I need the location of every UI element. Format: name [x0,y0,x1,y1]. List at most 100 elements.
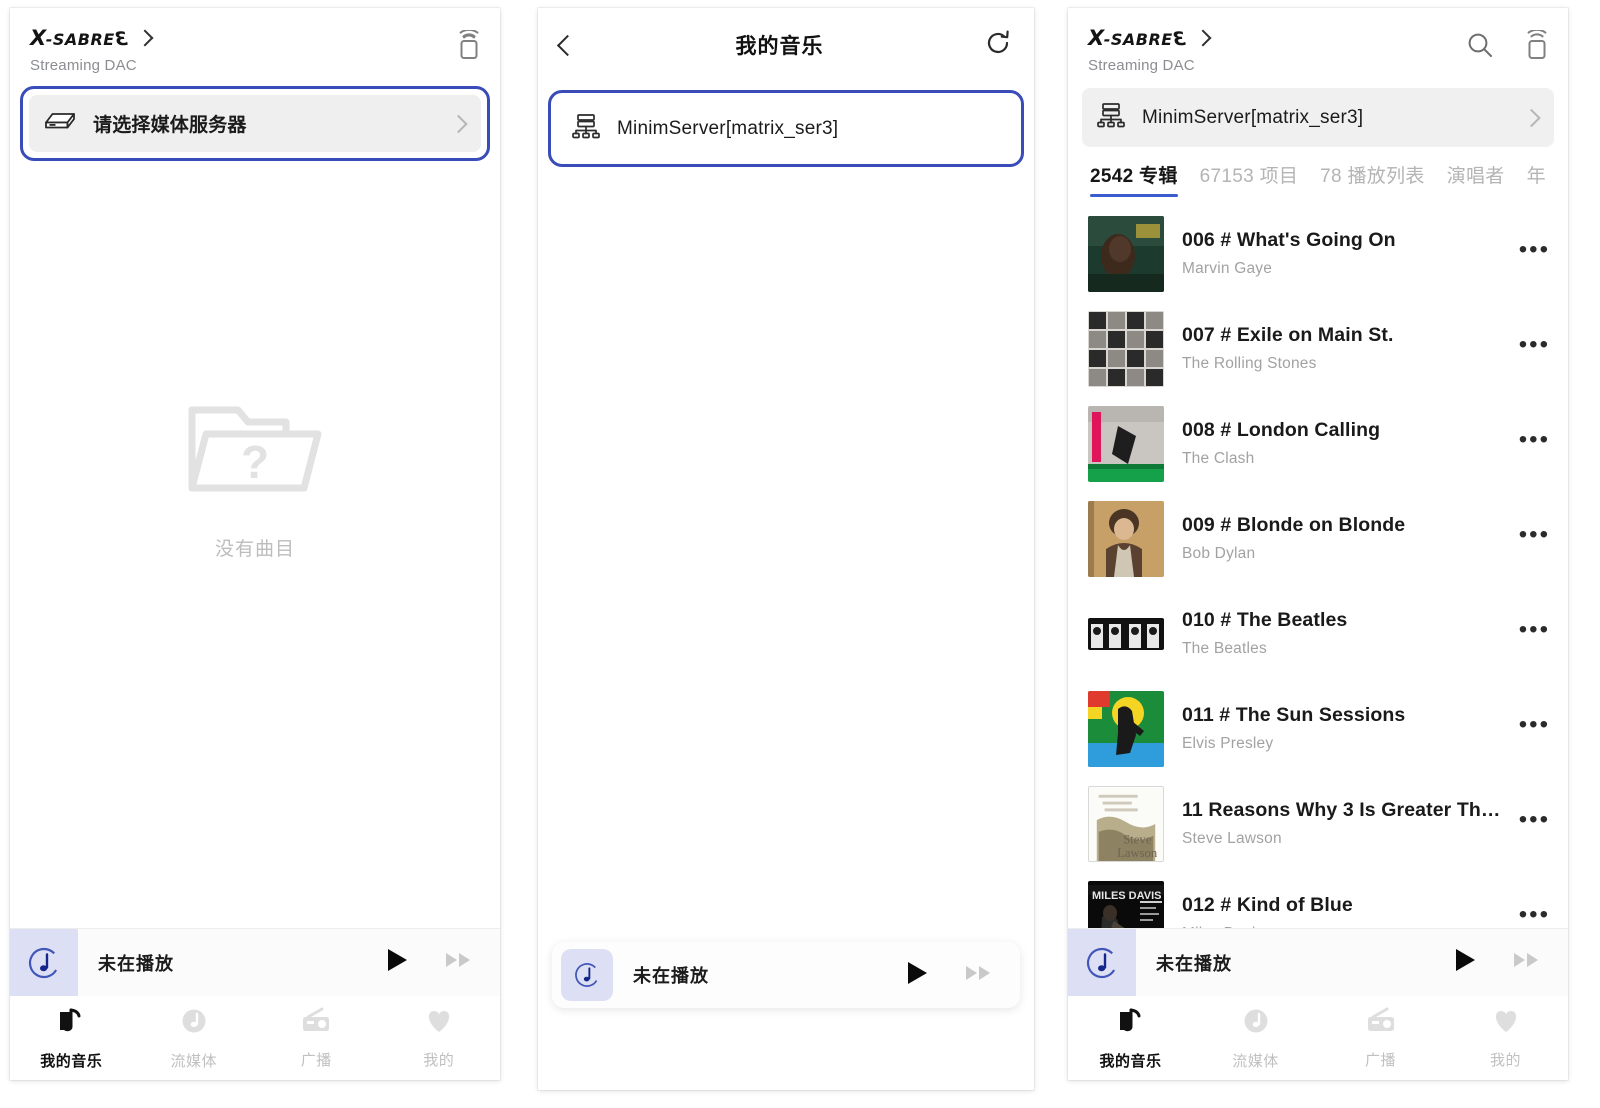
album-row[interactable]: 008 # London Calling The Clash ••• [1068,396,1568,491]
album-artist: The Beatles [1182,640,1267,657]
album-row[interactable]: 007 # Exile on Main St. The Rolling Ston… [1068,301,1568,396]
next-track-button[interactable] [964,963,994,988]
tab-years[interactable]: 年 [1527,161,1546,197]
album-artist: Elvis Presley [1182,735,1274,752]
album-more-button[interactable]: ••• [1519,712,1550,738]
album-title: 011 # The Sun Sessions [1182,704,1406,726]
cast-device-icon[interactable] [456,28,482,65]
logo-x: X [1088,26,1104,50]
play-button[interactable] [904,959,930,992]
tab-label: 年 [1526,166,1546,187]
player-now-playing-title: 未在播放 [1156,953,1232,974]
device-header: X-SABRE3 Streaming DAC [10,8,500,78]
nav-title: 我的音乐 [735,35,824,58]
search-icon[interactable] [1466,31,1494,64]
album-title: 009 # Blonde on Blonde [1182,514,1406,536]
player-controls [1452,946,1568,979]
my-music-icon [1116,1006,1146,1041]
album-title: 006 # What's Going On [1182,229,1396,251]
tab-albums[interactable]: 2542 专辑 [1090,161,1178,197]
streaming-icon [1241,1006,1271,1041]
mini-player-bar: 未在播放 [1068,928,1568,997]
tab-label: 流媒体 [1232,1052,1279,1070]
album-more-button[interactable]: ••• [1519,617,1550,643]
album-more-button[interactable]: ••• [1519,807,1550,833]
chevron-right-icon [449,114,468,133]
album-row[interactable]: Steve Lawson 11 Reasons Why 3 Is Greater… [1068,776,1568,871]
tab-label: 流媒体 [170,1052,217,1070]
svg-text:?: ? [241,436,269,488]
album-artist: Marvin Gaye [1182,260,1273,277]
server-item-label: MinimServer[matrix_ser3] [1142,106,1364,128]
device-logo-row[interactable]: X-SABRE3 [30,26,480,50]
device-header: X-SABRE3 Streaming DAC [1068,8,1568,78]
tab-radio[interactable]: 广播 [1318,1007,1443,1070]
radio-icon [300,1007,332,1040]
tab-mine[interactable]: 我的 [378,1007,501,1070]
next-track-button[interactable] [444,950,474,975]
tab-streaming[interactable]: 流媒体 [133,1006,256,1071]
album-more-button[interactable]: ••• [1519,427,1550,453]
chevron-right-icon [136,29,154,46]
tab-label: 78 播放列表 [1320,166,1425,187]
tab-streaming[interactable]: 流媒体 [1193,1006,1318,1071]
album-artwork: Steve Lawson [1088,785,1164,862]
select-media-server-row[interactable]: 请选择媒体服务器 [29,95,481,152]
server-network-icon [1096,101,1126,134]
album-row[interactable]: 010 # The Beatles The Beatles ••• [1068,586,1568,681]
tab-label: 我的 [423,1051,455,1069]
header-icons [1466,28,1550,65]
tab-my-music[interactable]: 我的音乐 [1068,1006,1193,1071]
svg-text:MILES DAVIS: MILES DAVIS [1092,890,1161,902]
logo-three: 3 [1172,28,1186,50]
tab-radio[interactable]: 广播 [255,1007,378,1070]
album-title: 007 # Exile on Main St. [1182,324,1394,346]
tab-items[interactable]: 67153 项目 [1200,161,1299,197]
tab-artists[interactable]: 演唱者 [1447,161,1505,197]
radio-icon [1365,1007,1397,1040]
server-item-minimserver[interactable]: MinimServer[matrix_ser3] [557,99,1015,158]
navigation-bar: 我的音乐 [538,8,1034,82]
empty-state-label: 没有曲目 [214,539,295,560]
tab-my-music[interactable]: 我的音乐 [10,1006,133,1071]
logo-three: 3 [114,28,128,50]
tab-playlists[interactable]: 78 播放列表 [1320,161,1425,197]
empty-folder-icon: ? [180,388,330,518]
cast-device-icon[interactable] [1524,28,1550,65]
play-button[interactable] [384,946,410,979]
album-artwork [1088,215,1164,292]
album-row[interactable]: 009 # Blonde on Blonde Bob Dylan ••• [1068,491,1568,586]
album-artwork [1088,617,1164,650]
header-icons [456,28,482,65]
logo-x: X [30,26,46,50]
chevron-right-icon [1522,108,1541,127]
empty-state: ? 没有曲目 [10,388,500,561]
album-artwork [1088,500,1164,577]
tab-mine[interactable]: 我的 [1443,1007,1568,1070]
album-row[interactable]: 006 # What's Going On Marvin Gaye ••• [1068,206,1568,301]
album-more-button[interactable]: ••• [1519,902,1550,928]
device-subtitle: Streaming DAC [30,57,137,74]
album-more-button[interactable]: ••• [1519,237,1550,263]
server-item-minimserver[interactable]: MinimServer[matrix_ser3] [1082,88,1554,147]
album-more-button[interactable]: ••• [1519,522,1550,548]
album-artwork [1088,690,1164,767]
tab-label: 我的 [1489,1051,1521,1069]
album-row[interactable]: 011 # The Sun Sessions Elvis Presley ••• [1068,681,1568,776]
tab-label: 演唱者 [1446,166,1505,187]
next-track-button[interactable] [1512,950,1542,975]
album-title: 012 # Kind of Blue [1182,894,1353,916]
category-tabs: 2542 专辑 67153 项目 78 播放列表 演唱者 年 [1068,147,1568,197]
server-item-label: MinimServer[matrix_ser3] [617,117,839,139]
album-meta: 11 Reasons Why 3 Is Greater Tha… Steve L… [1182,799,1501,848]
album-artist: Bob Dylan [1182,545,1256,562]
tab-label: 广播 [1364,1051,1396,1069]
play-button[interactable] [1452,946,1478,979]
brand-logo: X-SABRE3 [1088,26,1185,50]
album-meta: 010 # The Beatles The Beatles [1182,609,1501,658]
refresh-icon[interactable] [984,29,1012,62]
brand-logo: X-SABRE3 [30,26,127,50]
server-selector-highlight: 请选择媒体服务器 [20,86,490,161]
album-more-button[interactable]: ••• [1519,332,1550,358]
heart-icon [424,1007,454,1040]
